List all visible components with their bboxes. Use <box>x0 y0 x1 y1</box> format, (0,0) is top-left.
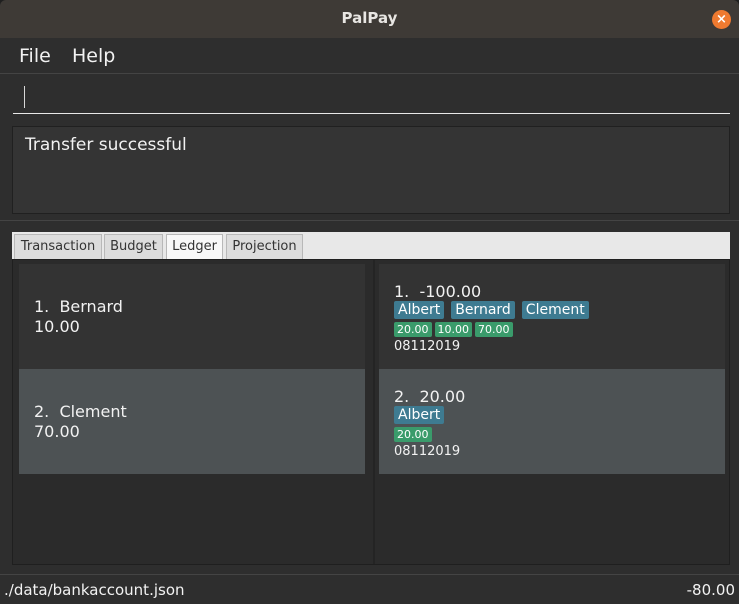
ledger-entry-amount: 70.00 <box>34 422 80 441</box>
status-bar: ./data/bankaccount.json -80.00 <box>0 574 739 604</box>
split-amount-tags: 20.00 <box>394 427 432 442</box>
ledger-entry-title: 1. Bernard <box>34 297 123 316</box>
ledger-entry-amount: 10.00 <box>34 317 80 336</box>
data-file-path: ./data/bankaccount.json <box>4 581 185 599</box>
account-balance: -80.00 <box>686 581 735 599</box>
ledger-person-list[interactable]: 1. Bernard 10.00 2. Clement 70.00 <box>14 260 369 564</box>
ledger-entry-title: 2. Clement <box>34 402 127 421</box>
transaction-title: 1. -100.00 <box>394 282 482 301</box>
person-tag: Clement <box>521 301 589 319</box>
command-area <box>0 74 739 122</box>
list-item[interactable]: 2. 20.00 Albert 20.00 08112019 <box>379 369 725 474</box>
transaction-date: 08112019 <box>394 339 461 354</box>
person-tags: Albert <box>394 406 445 424</box>
list-item[interactable]: 1. -100.00 Albert Bernard Clement 20.00 … <box>379 264 725 369</box>
split-amount-tag: 70.00 <box>475 322 513 337</box>
result-display: Transfer successful <box>12 126 730 214</box>
person-tag: Bernard <box>451 301 515 319</box>
split-amount-tag: 10.00 <box>434 322 472 337</box>
menu-help[interactable]: Help <box>72 45 115 67</box>
window-title: PalPay <box>341 9 398 27</box>
menu-file[interactable]: File <box>19 45 51 67</box>
title-bar: PalPay × <box>0 0 739 38</box>
person-tag: Albert <box>394 406 445 424</box>
menu-bar: File Help <box>0 38 739 74</box>
person-tags: Albert Bernard Clement <box>394 301 589 319</box>
tab-budget[interactable]: Budget <box>104 234 163 259</box>
transaction-date: 08112019 <box>394 444 461 459</box>
transaction-list[interactable]: 1. -100.00 Albert Bernard Clement 20.00 … <box>373 260 730 564</box>
split-amount-tag: 20.00 <box>394 322 432 337</box>
ledger-content: 1. Bernard 10.00 2. Clement 70.00 1. -10… <box>12 259 730 565</box>
tab-header: Transaction Budget Ledger Projection <box>12 232 730 259</box>
list-item[interactable]: 1. Bernard 10.00 <box>19 264 365 369</box>
split-amount-tag: 20.00 <box>394 427 432 442</box>
tab-pane: Transaction Budget Ledger Projection 1. … <box>0 220 739 574</box>
list-item[interactable]: 2. Clement 70.00 <box>19 369 365 474</box>
person-tag: Albert <box>394 301 445 319</box>
command-input[interactable] <box>13 80 730 114</box>
split-amount-tags: 20.00 10.00 70.00 <box>394 322 513 337</box>
close-icon[interactable]: × <box>712 10 731 29</box>
result-display-area: Transfer successful <box>0 122 739 220</box>
tab-projection[interactable]: Projection <box>226 234 303 259</box>
text-caret <box>24 86 25 108</box>
tab-ledger[interactable]: Ledger <box>166 234 223 259</box>
result-message: Transfer successful <box>25 135 187 155</box>
transaction-title: 2. 20.00 <box>394 387 466 406</box>
tab-transaction[interactable]: Transaction <box>14 234 102 259</box>
